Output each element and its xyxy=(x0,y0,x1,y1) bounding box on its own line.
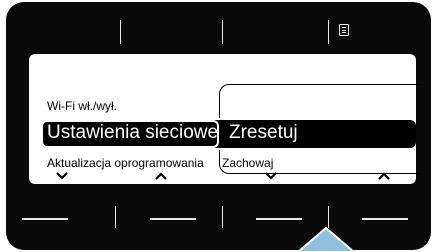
bottom-button-bar xyxy=(6,184,431,250)
button-down-1[interactable] xyxy=(22,218,68,220)
button-up-1[interactable] xyxy=(150,218,196,220)
button-down-2[interactable] xyxy=(256,218,302,220)
menu-list-icon[interactable] xyxy=(339,24,349,36)
menu-item-value: Zresetuj xyxy=(229,122,298,143)
bottom-divider xyxy=(115,206,116,228)
menu-item-network-settings[interactable]: Ustawienia sieciowe Zresetuj xyxy=(41,120,416,148)
display-screen: Wi-Fi wł./wył. Ustawienia sieciowe Zrese… xyxy=(29,54,420,184)
button-up-2[interactable] xyxy=(362,218,408,220)
chevron-up-icon xyxy=(151,168,171,184)
chevron-down-icon xyxy=(261,168,281,184)
arrow-up-icon xyxy=(296,226,356,252)
top-divider xyxy=(120,20,121,44)
bottom-divider xyxy=(328,206,329,228)
menu-item-label: Ustawienia sieciowe xyxy=(47,122,219,143)
top-divider xyxy=(328,20,329,44)
chevron-up-icon xyxy=(374,168,394,184)
value-bracket xyxy=(219,84,420,118)
menu-item-wifi[interactable]: Wi-Fi wł./wył. xyxy=(47,99,117,113)
top-button-bar xyxy=(6,2,431,54)
device-bezel: Wi-Fi wł./wył. Ustawienia sieciowe Zrese… xyxy=(6,2,431,250)
top-divider xyxy=(222,20,223,44)
bottom-divider xyxy=(222,206,223,228)
chevron-down-icon xyxy=(52,168,72,184)
